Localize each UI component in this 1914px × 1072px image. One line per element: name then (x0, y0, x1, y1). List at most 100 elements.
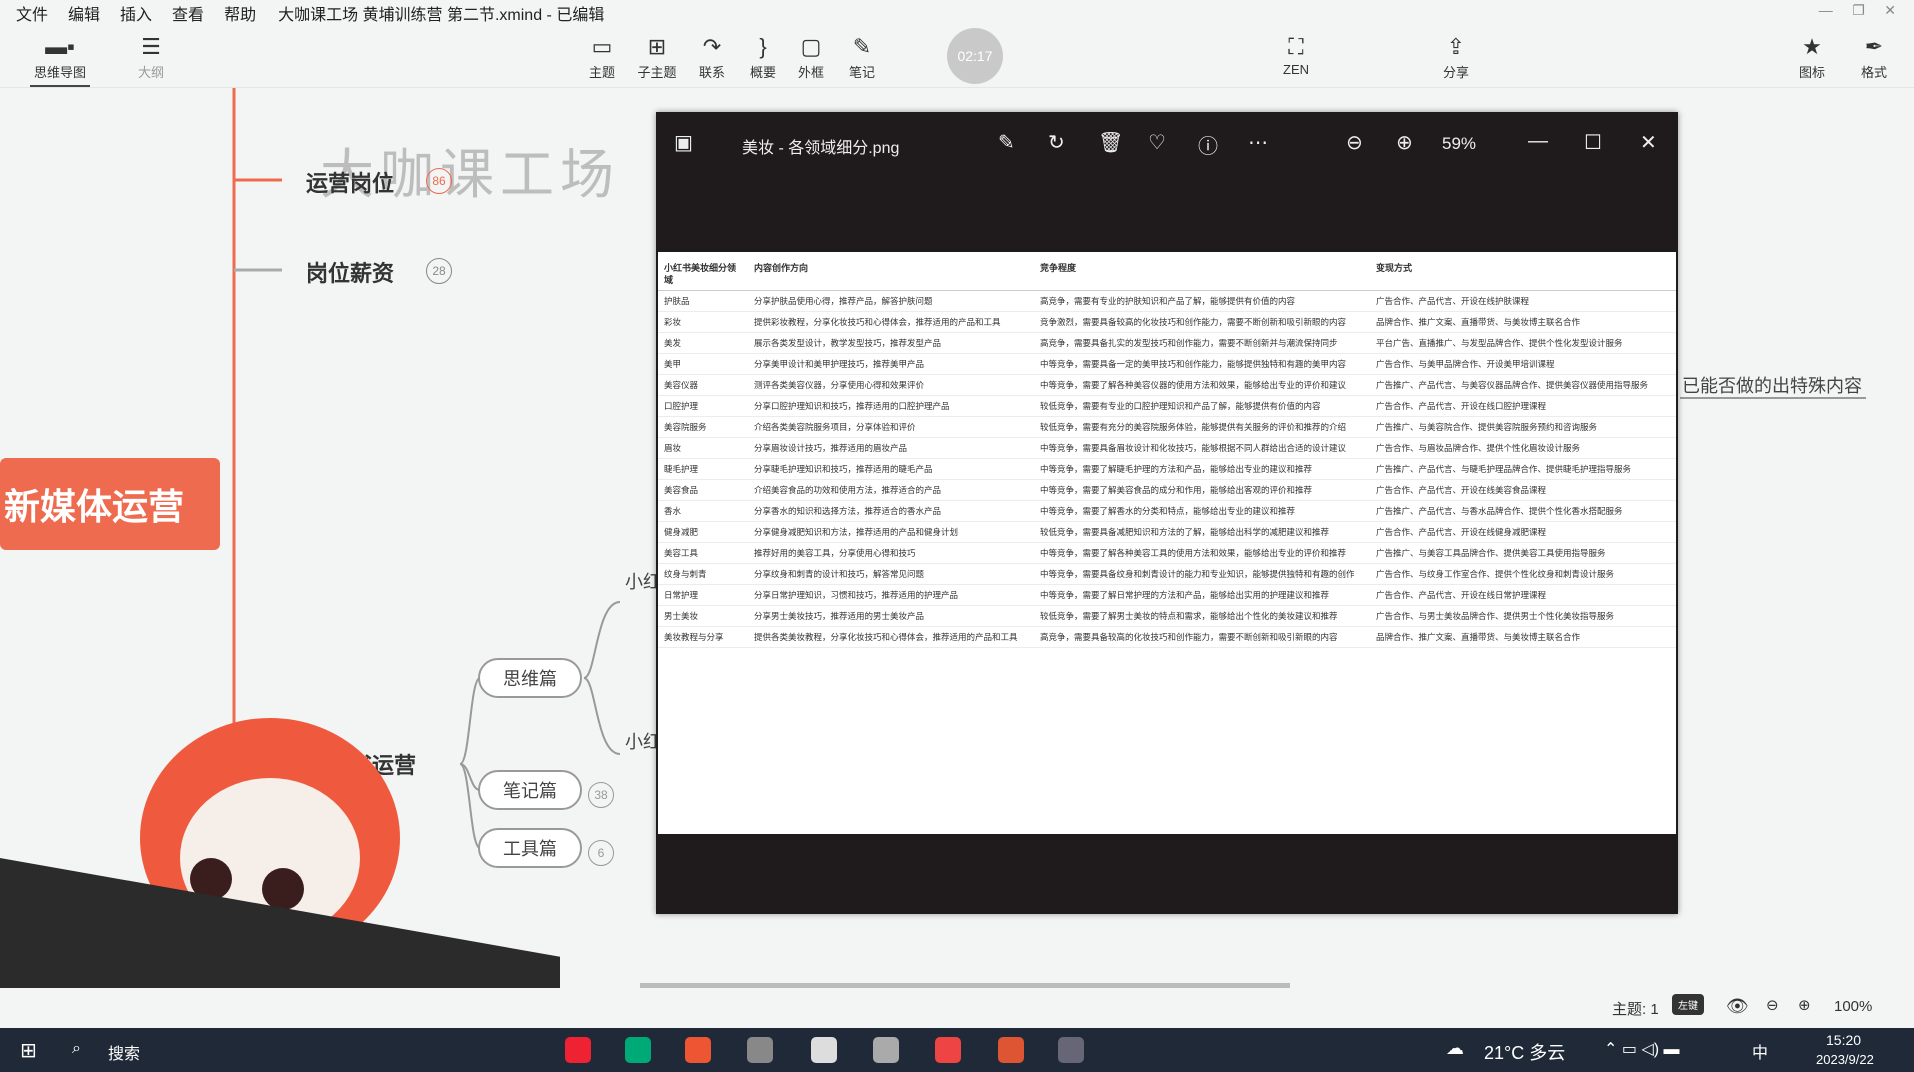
table-cell: 中等竞争，需要了解美容食品的成分和作用，能够给出客观的评价和推荐 (1034, 479, 1370, 501)
browser-app-icon[interactable] (625, 1037, 651, 1063)
music-app-icon[interactable] (565, 1037, 591, 1063)
windows-start-icon[interactable]: ⊞ (20, 1038, 37, 1063)
subtopic-button[interactable]: ⊞ 子主题 (627, 34, 687, 81)
tray-icons[interactable]: ⌃ ▭ ◁) ▬ (1604, 1039, 1680, 1059)
table-cell: 睫毛护理 (658, 458, 748, 480)
taskbar-search[interactable]: 搜索 (108, 1040, 140, 1064)
relation-icon: ↷ (702, 34, 722, 59)
xmind-app-icon[interactable] (935, 1037, 961, 1063)
outline-view-button[interactable]: ☰ 大纲 (121, 34, 181, 81)
close-icon[interactable]: ✕ (1640, 130, 1657, 155)
ime-indicator[interactable]: 中 (1752, 1039, 1768, 1063)
minimize-icon[interactable]: — (1819, 2, 1833, 18)
zoom-out-icon[interactable]: ⊖ (1766, 996, 1779, 1014)
topic-button[interactable]: ▭ 主题 (572, 34, 632, 81)
share-button[interactable]: ⇪ 分享 (1426, 34, 1486, 81)
delete-icon[interactable]: 🗑 (1098, 130, 1123, 155)
table-row: 眉妆 分享眉妆设计技巧，推荐适用的眉妆产品 中等竞争，需要具备眉妆设计和化妆技巧，能… (658, 437, 1676, 459)
search-icon[interactable]: ⌕ (72, 1040, 81, 1058)
mindmap-view-button[interactable]: ▬▪ 思维导图 (30, 34, 90, 87)
info-icon[interactable]: ⓘ (1198, 130, 1218, 159)
header-cell: 小红书美妆细分领域 (658, 252, 748, 291)
maximize-icon[interactable]: ❐ (1852, 2, 1865, 18)
favorite-icon[interactable]: ♡ (1148, 130, 1166, 155)
table-cell: 美容仪器 (658, 374, 748, 396)
table-cell: 品牌合作、推广文案、直播带货、与美妆博主联名合作 (1370, 311, 1676, 333)
summary-label: 概要 (749, 65, 776, 80)
topic-ops-positions[interactable]: 运营岗位 (306, 166, 394, 198)
close-icon[interactable]: ✕ (1884, 2, 1896, 18)
table-cell: 日常护理 (658, 584, 748, 606)
table-cell: 品牌合作、推广文案、直播带货、与美妆博主联名合作 (1370, 626, 1676, 648)
boundary-label: 外框 (797, 65, 824, 80)
wechat-app-icon[interactable] (811, 1037, 837, 1063)
chrome-app-icon[interactable] (685, 1037, 711, 1063)
menu-view[interactable]: 查看 (172, 1, 204, 25)
menu-file[interactable]: 文件 (16, 1, 48, 25)
more-icon[interactable]: ⋯ (1248, 130, 1268, 155)
share-icon: ⇪ (1446, 34, 1466, 59)
table-cell: 眉妆 (658, 437, 748, 459)
table-cell: 分享男士美妆技巧，推荐适用的男士美妆产品 (748, 605, 1034, 627)
table-row: 睫毛护理 分享睫毛护理知识和技巧，推荐适用的睫毛产品 中等竞争，需要了解睫毛护理的方… (658, 458, 1676, 480)
edit-icon[interactable]: ✎ (998, 130, 1015, 155)
header-cell: 竞争程度 (1034, 252, 1370, 291)
table-cell: 广告合作、产品代言、开设在线健身减肥课程 (1370, 521, 1676, 543)
menu-insert[interactable]: 插入 (120, 1, 152, 25)
weather-text[interactable]: 21°C 多云 (1484, 1039, 1565, 1065)
zoom-in-icon[interactable]: ⊕ (1396, 130, 1413, 155)
window-controls: — ❐ ✕ (1819, 2, 1896, 19)
table-cell: 健身减肥 (658, 521, 748, 543)
topic-count-badge[interactable]: 28 (426, 258, 452, 284)
icon-panel-button[interactable]: ★ 图标 (1782, 34, 1842, 81)
format-panel-button[interactable]: ✒ 格式 (1844, 34, 1904, 81)
outline-icon: ☰ (141, 34, 161, 59)
menu-bar: 文件 编辑 插入 查看 帮助 大咖课工场 黄埔训练营 第二节.xmind - 已… (0, 0, 1914, 26)
menu-help[interactable]: 帮助 (224, 1, 256, 25)
phone-app-icon[interactable] (873, 1037, 899, 1063)
clock-time[interactable]: 15:20 (1826, 1032, 1861, 1048)
table-cell: 纹身与刺青 (658, 563, 748, 585)
status-bar: 主题: 1 左键 👁 ⊖ ⊕ 100% (0, 988, 1914, 1028)
table-cell: 介绍美容食品的功效和使用方法，推荐适合的产品 (748, 479, 1034, 501)
branch-count-badge[interactable]: 38 (588, 782, 614, 808)
folder-app-icon[interactable] (998, 1037, 1024, 1063)
zen-label: ZEN (1283, 62, 1309, 77)
eye-icon[interactable]: 👁 (1726, 996, 1749, 1017)
menu-edit[interactable]: 编辑 (68, 1, 100, 25)
table-cell: 推荐好用的美容工具，分享使用心得和技巧 (748, 542, 1034, 564)
topic-count-badge[interactable]: 86 (426, 168, 452, 194)
minimize-icon[interactable]: — (1528, 130, 1548, 153)
rotate-icon[interactable]: ↻ (1048, 130, 1065, 155)
table-cell: 广告合作、产品代言、开设在线护肤课程 (1370, 290, 1676, 312)
maximize-icon[interactable]: ☐ (1584, 130, 1602, 155)
branch-count-badge[interactable]: 6 (588, 840, 614, 866)
table-cell: 中等竞争，需要了解日常护理的方法和产品，能够给出实用的护理建议和推荐 (1034, 584, 1370, 606)
beauty-segment-table: 小红书美妆细分领域 内容创作方向 竞争程度 变现方式 护肤品 分享护肤品使用心得，… (658, 252, 1676, 648)
photos-app-icon[interactable] (1058, 1037, 1084, 1063)
table-cell: 美妆教程与分享 (658, 626, 748, 648)
table-cell: 分享口腔护理知识和技巧，推荐适用的口腔护理产品 (748, 395, 1034, 417)
table-row: 纹身与刺青 分享纹身和刺青的设计和技巧，解答常见问题 中等竞争，需要具备纹身和刺青设… (658, 563, 1676, 585)
zoom-out-icon[interactable]: ⊖ (1346, 130, 1363, 155)
table-row: 口腔护理 分享口腔护理知识和技巧，推荐适用的口腔护理产品 较低竞争，需要有专业的口腔… (658, 395, 1676, 417)
zoom-value[interactable]: 100% (1834, 998, 1872, 1015)
root-topic[interactable]: 新媒体运营 (0, 458, 220, 550)
subtopic-label: 子主题 (637, 65, 677, 80)
table-cell: 广告合作、产品代言、开设在线美容食品课程 (1370, 479, 1676, 501)
table-row: 美容工具 推荐好用的美容工具，分享使用心得和技巧 中等竞争，需要了解各种美容工具的使… (658, 542, 1676, 564)
table-cell: 美容食品 (658, 479, 748, 501)
branch-thinking[interactable]: 思维篇 (478, 658, 582, 698)
notes-app-icon[interactable] (747, 1037, 773, 1063)
table-cell: 广告合作、与男士美妆品牌合作、提供男士个性化美妆指导服务 (1370, 605, 1676, 627)
table-row: 美甲 分享美甲设计和美甲护理技巧，推荐美甲产品 中等竞争，需要具备一定的美甲技巧和创… (658, 353, 1676, 375)
zen-button[interactable]: ⛶ ZEN (1266, 34, 1326, 77)
topic-side-text[interactable]: 已能否做的出特殊内容 (1682, 372, 1862, 398)
topic-salary[interactable]: 岗位薪资 (306, 256, 394, 288)
zoom-in-icon[interactable]: ⊕ (1798, 996, 1811, 1014)
table-cell: 中等竞争，需要具备纹身和刺青设计的能力和专业知识，能够提供独特和有趣的创作 (1034, 563, 1370, 585)
note-button[interactable]: ✎ 笔记 (832, 34, 892, 81)
table-cell: 分享睫毛护理知识和技巧，推荐适用的睫毛产品 (748, 458, 1034, 480)
table-row: 美妆教程与分享 提供各类美妆教程，分享化妆技巧和心得体会，推荐适用的产品和工具 高竞… (658, 626, 1676, 648)
clock-date[interactable]: 2023/9/22 (1816, 1052, 1874, 1067)
